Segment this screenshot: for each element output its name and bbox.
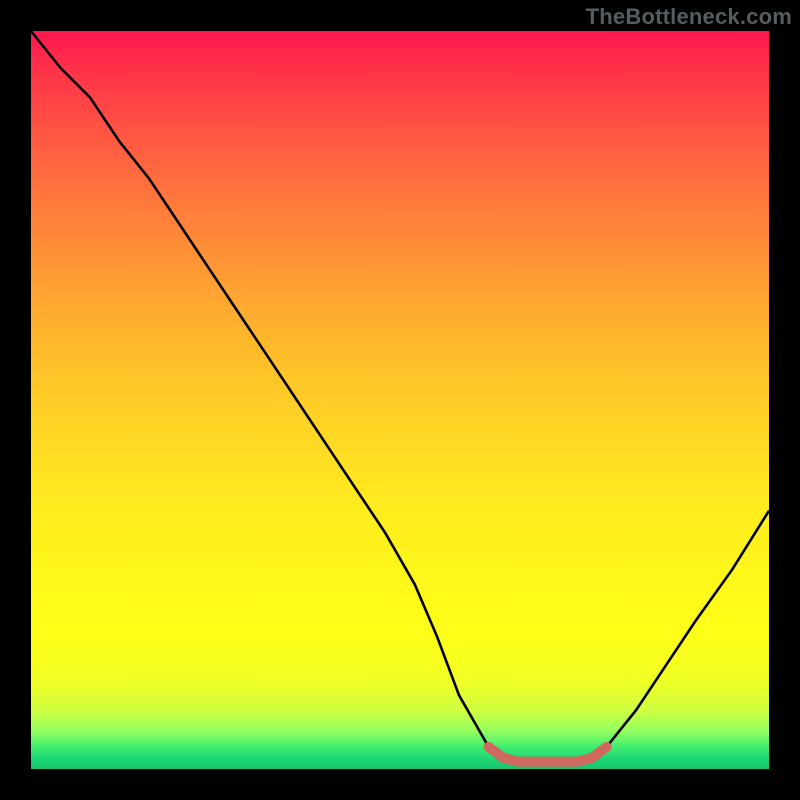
chart-frame: TheBottleneck.com (0, 0, 800, 800)
chart-svg (31, 31, 769, 769)
bottleneck-curve (31, 31, 769, 762)
watermark-text: TheBottleneck.com (586, 4, 792, 30)
optimal-region-highlight (489, 747, 607, 762)
